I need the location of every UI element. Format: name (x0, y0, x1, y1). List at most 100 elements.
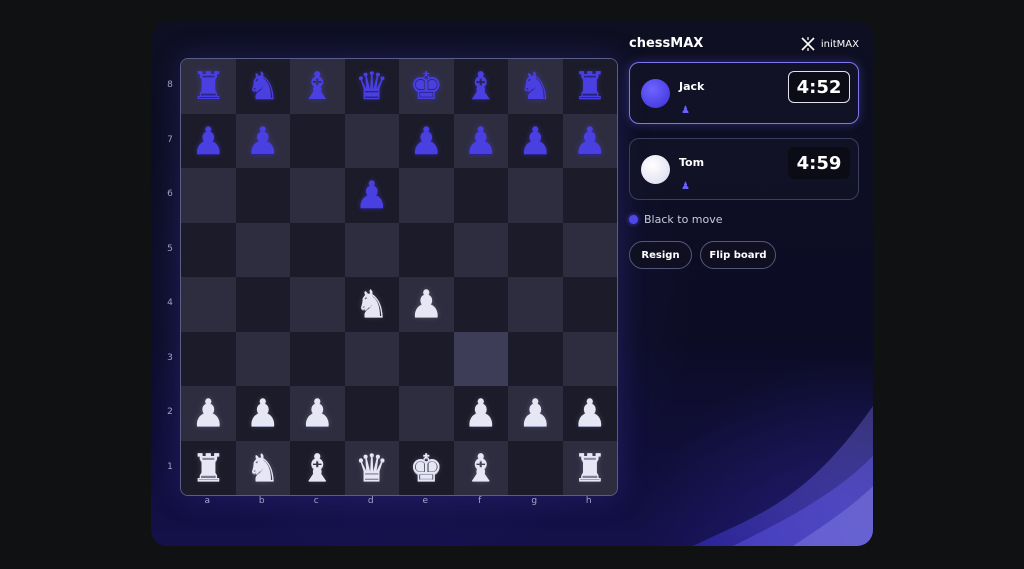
square-f8[interactable]: ♝ (453, 59, 508, 114)
black-rook-icon[interactable]: ♜ (573, 67, 607, 105)
square-h6[interactable] (562, 168, 617, 223)
white-knight-icon[interactable]: ♞ (355, 285, 389, 323)
white-bishop-icon[interactable]: ♝ (300, 449, 334, 487)
square-g3[interactable] (508, 331, 563, 386)
square-e6[interactable] (399, 168, 454, 223)
square-g4[interactable] (508, 277, 563, 332)
white-king-icon[interactable]: ♚ (409, 449, 443, 487)
square-c8[interactable]: ♝ (290, 59, 345, 114)
black-pawn-icon[interactable]: ♟ (355, 176, 389, 214)
square-a8[interactable]: ♜ (181, 59, 236, 114)
square-f6[interactable] (453, 168, 508, 223)
square-c6[interactable] (290, 168, 345, 223)
square-g6[interactable] (508, 168, 563, 223)
square-a5[interactable] (181, 222, 236, 277)
white-knight-icon[interactable]: ♞ (246, 449, 280, 487)
square-c3[interactable] (290, 331, 345, 386)
black-knight-icon[interactable]: ♞ (246, 67, 280, 105)
white-pawn-icon[interactable]: ♟ (573, 394, 607, 432)
square-f7[interactable]: ♟ (453, 113, 508, 168)
white-rook-icon[interactable]: ♜ (573, 449, 607, 487)
square-d3[interactable] (344, 331, 399, 386)
square-b1[interactable]: ♞ (235, 440, 290, 495)
square-c2[interactable]: ♟ (290, 386, 345, 441)
square-a4[interactable] (181, 277, 236, 332)
square-h3[interactable] (562, 331, 617, 386)
square-g2[interactable]: ♟ (508, 386, 563, 441)
square-h1[interactable]: ♜ (562, 440, 617, 495)
square-e7[interactable]: ♟ (399, 113, 454, 168)
square-h4[interactable] (562, 277, 617, 332)
white-pawn-icon[interactable]: ♟ (464, 394, 498, 432)
square-e3[interactable] (399, 331, 454, 386)
square-d1[interactable]: ♛ (344, 440, 399, 495)
square-b4[interactable] (235, 277, 290, 332)
square-a6[interactable] (181, 168, 236, 223)
square-g7[interactable]: ♟ (508, 113, 563, 168)
white-rook-icon[interactable]: ♜ (191, 449, 225, 487)
black-pawn-icon[interactable]: ♟ (573, 122, 607, 160)
square-b6[interactable] (235, 168, 290, 223)
captured-pawn-icon: ♟ (681, 105, 690, 116)
black-bishop-icon[interactable]: ♝ (300, 67, 334, 105)
black-pawn-icon[interactable]: ♟ (409, 122, 443, 160)
square-b7[interactable]: ♟ (235, 113, 290, 168)
black-pawn-icon[interactable]: ♟ (464, 122, 498, 160)
player-card-white: Tom ♟ 4:59 (629, 138, 859, 200)
square-f2[interactable]: ♟ (453, 386, 508, 441)
white-queen-icon[interactable]: ♛ (355, 449, 389, 487)
square-h7[interactable]: ♟ (562, 113, 617, 168)
square-d6[interactable]: ♟ (344, 168, 399, 223)
square-e5[interactable] (399, 222, 454, 277)
square-a7[interactable]: ♟ (181, 113, 236, 168)
white-pawn-icon[interactable]: ♟ (300, 394, 334, 432)
black-pawn-icon[interactable]: ♟ (518, 122, 552, 160)
square-d7[interactable] (344, 113, 399, 168)
black-queen-icon[interactable]: ♛ (355, 67, 389, 105)
white-bishop-icon[interactable]: ♝ (464, 449, 498, 487)
square-g1[interactable] (508, 440, 563, 495)
square-f4[interactable] (453, 277, 508, 332)
white-pawn-icon[interactable]: ♟ (246, 394, 280, 432)
white-pawn-icon[interactable]: ♟ (191, 394, 225, 432)
black-king-icon[interactable]: ♚ (409, 67, 443, 105)
white-pawn-icon[interactable]: ♟ (409, 285, 443, 323)
square-d8[interactable]: ♛ (344, 59, 399, 114)
square-b3[interactable] (235, 331, 290, 386)
square-a2[interactable]: ♟ (181, 386, 236, 441)
square-h2[interactable]: ♟ (562, 386, 617, 441)
square-c5[interactable] (290, 222, 345, 277)
square-e8[interactable]: ♚ (399, 59, 454, 114)
black-pawn-icon[interactable]: ♟ (246, 122, 280, 160)
square-h8[interactable]: ♜ (562, 59, 617, 114)
white-pawn-icon[interactable]: ♟ (518, 394, 552, 432)
square-g8[interactable]: ♞ (508, 59, 563, 114)
turn-dot-icon (629, 215, 638, 224)
black-pawn-icon[interactable]: ♟ (191, 122, 225, 160)
square-e4[interactable]: ♟ (399, 277, 454, 332)
square-h5[interactable] (562, 222, 617, 277)
square-a1[interactable]: ♜ (181, 440, 236, 495)
chess-board[interactable]: ♜ ♞ ♝ ♛ ♚ ♝ ♞ ♜ ♟ ♟ ♟ ♟ ♟ ♟ ♟ ♞ ♟ ♟ ♟ ♟ ♟ ♟ ♟ ♜ ♞ ♝ ♛ ♚ ♝ ♜ (180, 58, 618, 496)
square-b5[interactable] (235, 222, 290, 277)
square-f5[interactable] (453, 222, 508, 277)
black-rook-icon[interactable]: ♜ (191, 67, 225, 105)
square-f3[interactable] (453, 331, 508, 386)
black-knight-icon[interactable]: ♞ (518, 67, 552, 105)
square-g5[interactable] (508, 222, 563, 277)
square-f1[interactable]: ♝ (453, 440, 508, 495)
square-c4[interactable] (290, 277, 345, 332)
square-d4[interactable]: ♞ (344, 277, 399, 332)
square-a3[interactable] (181, 331, 236, 386)
square-b8[interactable]: ♞ (235, 59, 290, 114)
square-d2[interactable] (344, 386, 399, 441)
square-c7[interactable] (290, 113, 345, 168)
square-e1[interactable]: ♚ (399, 440, 454, 495)
square-e2[interactable] (399, 386, 454, 441)
black-bishop-icon[interactable]: ♝ (464, 67, 498, 105)
square-c1[interactable]: ♝ (290, 440, 345, 495)
square-d5[interactable] (344, 222, 399, 277)
resign-button[interactable]: Resign (629, 241, 692, 269)
flip-board-button[interactable]: Flip board (700, 241, 776, 269)
square-b2[interactable]: ♟ (235, 386, 290, 441)
